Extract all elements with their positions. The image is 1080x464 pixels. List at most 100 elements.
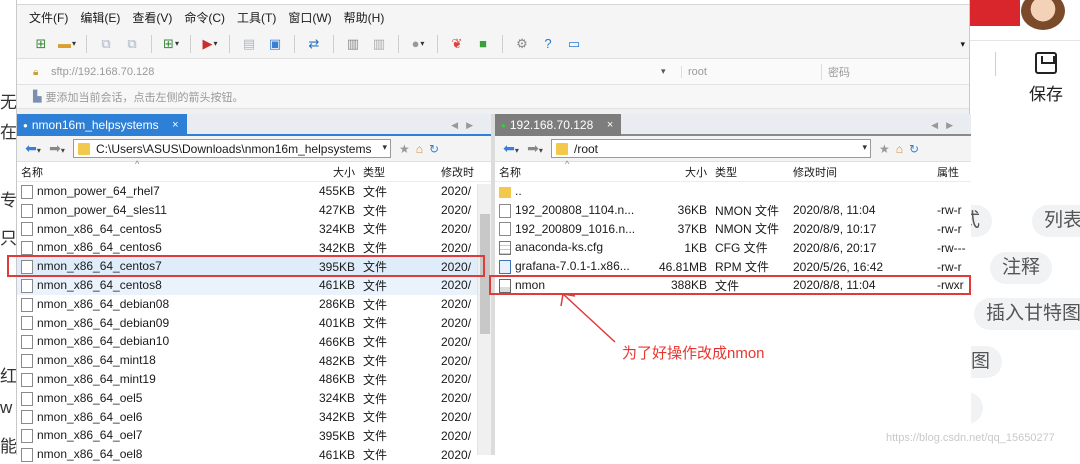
table-row[interactable]: nmon_x86_64_centos8 461KB 文件 2020/ xyxy=(17,275,491,295)
file-modified: 2020/ xyxy=(441,240,472,255)
chevron-down-icon[interactable]: ▾ xyxy=(862,142,867,153)
folder-up-icon xyxy=(499,186,511,198)
table-row[interactable]: nmon_x86_64_debian09 401KB 文件 2020/ xyxy=(17,314,491,333)
file-name-cell: nmon_x86_64_debian09 xyxy=(17,316,301,331)
help-icon[interactable]: ? xyxy=(538,34,558,54)
divider xyxy=(995,52,996,76)
table-row[interactable]: .. xyxy=(495,182,971,201)
column-type[interactable]: 类型 xyxy=(359,164,437,180)
file-name: nmon_x86_64_centos5 xyxy=(37,221,162,236)
chevron-down-icon[interactable]: ▾ xyxy=(661,66,681,77)
remote-path-input[interactable]: /root ▾ xyxy=(551,139,871,158)
star-icon[interactable]: ★ xyxy=(879,142,890,156)
document-icon[interactable]: ▤ xyxy=(239,34,259,54)
table-row[interactable]: 192_200808_1104.n... 36KB NMON 文件 2020/8/8,… xyxy=(495,201,971,220)
local-path-input[interactable]: C:\Users\ASUS\Downloads\nmon16m_helpsyst… xyxy=(73,139,391,158)
file-icon xyxy=(21,391,33,406)
table-row[interactable]: nmon_x86_64_mint18 482KB 文件 2020/ xyxy=(17,351,491,370)
menu-edit[interactable]: 编辑(E) xyxy=(80,9,120,26)
tab-local[interactable]: ● nmon16m_helpsystems × xyxy=(17,114,187,136)
table-row[interactable]: nmon_power_64_sles11 427KB 文件 2020/ xyxy=(17,201,491,220)
xshell-icon[interactable]: ❦ xyxy=(447,34,467,54)
gantt-pill[interactable]: 插入甘特图 xyxy=(974,298,1080,330)
toolbar-overflow-icon[interactable]: ▾ xyxy=(960,39,965,50)
file-name: nmon_power_64_sles11 xyxy=(37,202,167,217)
forward-icon[interactable]: ➡▾ xyxy=(45,140,69,157)
chat-icon[interactable]: ▭ xyxy=(564,34,584,54)
comment-pill[interactable]: 注释 xyxy=(990,252,1053,284)
table-row[interactable]: nmon_x86_64_centos7 395KB 文件 2020/ xyxy=(17,257,491,276)
column-size[interactable]: 大小 xyxy=(639,164,711,180)
bookmark-icon[interactable]: ▙ xyxy=(33,90,41,103)
copy-doc-icon[interactable]: ▥ xyxy=(343,34,363,54)
tab-scroll-arrows[interactable]: ◀▶ xyxy=(931,114,961,136)
menu-file[interactable]: 文件(F) xyxy=(29,9,68,26)
file-attributes: -rw-r xyxy=(937,259,962,274)
menu-help[interactable]: 帮助(H) xyxy=(344,9,385,26)
file-type: 文件 xyxy=(363,429,388,444)
menu-tools[interactable]: 工具(T) xyxy=(237,9,276,26)
file-name-cell: nmon_x86_64_oel7 xyxy=(17,428,301,444)
file-modified: 2020/8/8, 11:04 xyxy=(793,203,876,218)
close-icon[interactable]: × xyxy=(172,114,178,136)
local-scrollbar[interactable] xyxy=(477,184,491,455)
column-modified[interactable]: 修改时间 xyxy=(789,164,933,180)
gear-icon[interactable]: ⚙ xyxy=(512,34,532,54)
table-row[interactable]: nmon_x86_64_centos6 342KB 文件 2020/ xyxy=(17,238,491,257)
table-row[interactable]: grafana-7.0.1-1.x86... 46.81MB RPM 文件 2020/… xyxy=(495,257,971,276)
close-icon[interactable]: × xyxy=(607,114,613,136)
list-pill[interactable]: 列表 xyxy=(1032,205,1080,237)
terminal-icon[interactable]: ▶ xyxy=(200,34,220,54)
back-icon[interactable]: ⬅▾ xyxy=(499,140,523,157)
menu-command[interactable]: 命令(C) xyxy=(184,9,225,26)
file-size: 486KB xyxy=(318,372,355,387)
forward-icon[interactable]: ➡▾ xyxy=(523,140,547,157)
chevron-down-icon[interactable]: ▾ xyxy=(382,142,387,153)
copy-icon[interactable]: ⧉ xyxy=(96,34,116,54)
tab-dot-icon: ● xyxy=(23,120,28,130)
table-row[interactable]: anaconda-ks.cfg 1KB CFG 文件 2020/8/6, 20:17 -… xyxy=(495,238,971,257)
new-session-icon[interactable]: ⊞ xyxy=(31,34,51,54)
new-tab-icon[interactable]: ⊞ xyxy=(161,34,181,54)
save-icon xyxy=(1035,52,1057,74)
open-folder-icon[interactable]: ▬ xyxy=(57,34,77,54)
table-row[interactable]: nmon_x86_64_mint19 486KB 文件 2020/ xyxy=(17,370,491,389)
address-input[interactable]: sftp://192.168.70.128 xyxy=(51,66,661,78)
column-type[interactable]: 类型 xyxy=(711,164,789,180)
table-row[interactable]: nmon_x86_64_debian08 286KB 文件 2020/ xyxy=(17,295,491,314)
properties-icon[interactable]: ▥ xyxy=(369,34,389,54)
table-row[interactable]: 192_200809_1016.n... 37KB NMON 文件 2020/8/9,… xyxy=(495,220,971,239)
menu-view[interactable]: 查看(V) xyxy=(132,9,172,26)
column-size[interactable]: 大小 xyxy=(301,164,359,180)
menu-window[interactable]: 窗口(W) xyxy=(288,9,331,26)
toolbar: ⊞ ▬ ⧉ ⧉ ⊞ ▶ ▤ ▣ ⇄ ▥ ▥ ● ❦ ■ ⚙ ? ▭ ▾ xyxy=(17,29,969,59)
table-row[interactable]: nmon_x86_64_oel6 342KB 文件 2020/ xyxy=(17,408,491,427)
tab-scroll-arrows[interactable]: ◀▶ xyxy=(451,114,481,136)
table-row[interactable]: nmon_x86_64_debian10 466KB 文件 2020/ xyxy=(17,332,491,351)
table-row[interactable]: nmon_x86_64_oel5 324KB 文件 2020/ xyxy=(17,389,491,408)
table-row[interactable]: nmon_x86_64_oel7 395KB 文件 2020/ xyxy=(17,426,491,445)
table-row[interactable]: nmon_power_64_rhel7 455KB 文件 2020/ xyxy=(17,182,491,201)
password-input[interactable]: 密码 xyxy=(821,63,941,80)
column-name[interactable]: 名称 xyxy=(17,164,301,180)
sync-arrows-icon[interactable]: ⇄ xyxy=(304,34,324,54)
tab-remote[interactable]: ● 192.168.70.128 × xyxy=(495,114,622,136)
download-icon[interactable]: ▣ xyxy=(265,34,285,54)
paste-icon[interactable]: ⧉ xyxy=(122,34,142,54)
save-button[interactable]: 保存 xyxy=(1026,50,1066,110)
file-size: 1KB xyxy=(684,240,707,255)
column-modified[interactable]: 修改时 xyxy=(437,164,477,180)
home-icon[interactable]: ⌂ xyxy=(896,142,903,156)
refresh-icon[interactable]: ↻ xyxy=(429,142,439,156)
globe-icon[interactable]: ● xyxy=(408,34,428,54)
avatar[interactable] xyxy=(1021,0,1065,30)
back-icon[interactable]: ⬅▾ xyxy=(21,140,45,157)
table-row[interactable]: nmon_x86_64_centos5 324KB 文件 2020/ xyxy=(17,220,491,239)
scrollbar-thumb[interactable] xyxy=(480,214,490,334)
username-input[interactable]: root xyxy=(681,65,821,78)
xftp-icon[interactable]: ■ xyxy=(473,34,493,54)
star-icon[interactable]: ★ xyxy=(399,142,410,156)
home-icon[interactable]: ⌂ xyxy=(416,142,423,156)
column-attributes[interactable]: 属性 xyxy=(933,164,971,180)
refresh-icon[interactable]: ↻ xyxy=(909,142,919,156)
